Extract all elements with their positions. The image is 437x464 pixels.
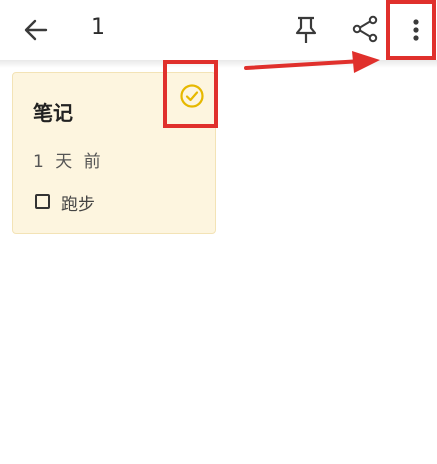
pin-icon[interactable] (293, 16, 319, 44)
share-icon[interactable] (350, 14, 380, 44)
selected-count: 1 (91, 15, 105, 40)
annotation-highlight-more (386, 0, 436, 60)
checkbox-icon[interactable] (35, 194, 50, 209)
annotation-highlight-check (163, 60, 218, 128)
todo-label: 跑步 (61, 195, 95, 215)
annotation-arrow-icon (244, 51, 380, 73)
back-arrow-icon[interactable] (22, 16, 50, 44)
note-title: 笔记 (33, 101, 73, 125)
note-date: 1 天 前 (33, 152, 104, 172)
